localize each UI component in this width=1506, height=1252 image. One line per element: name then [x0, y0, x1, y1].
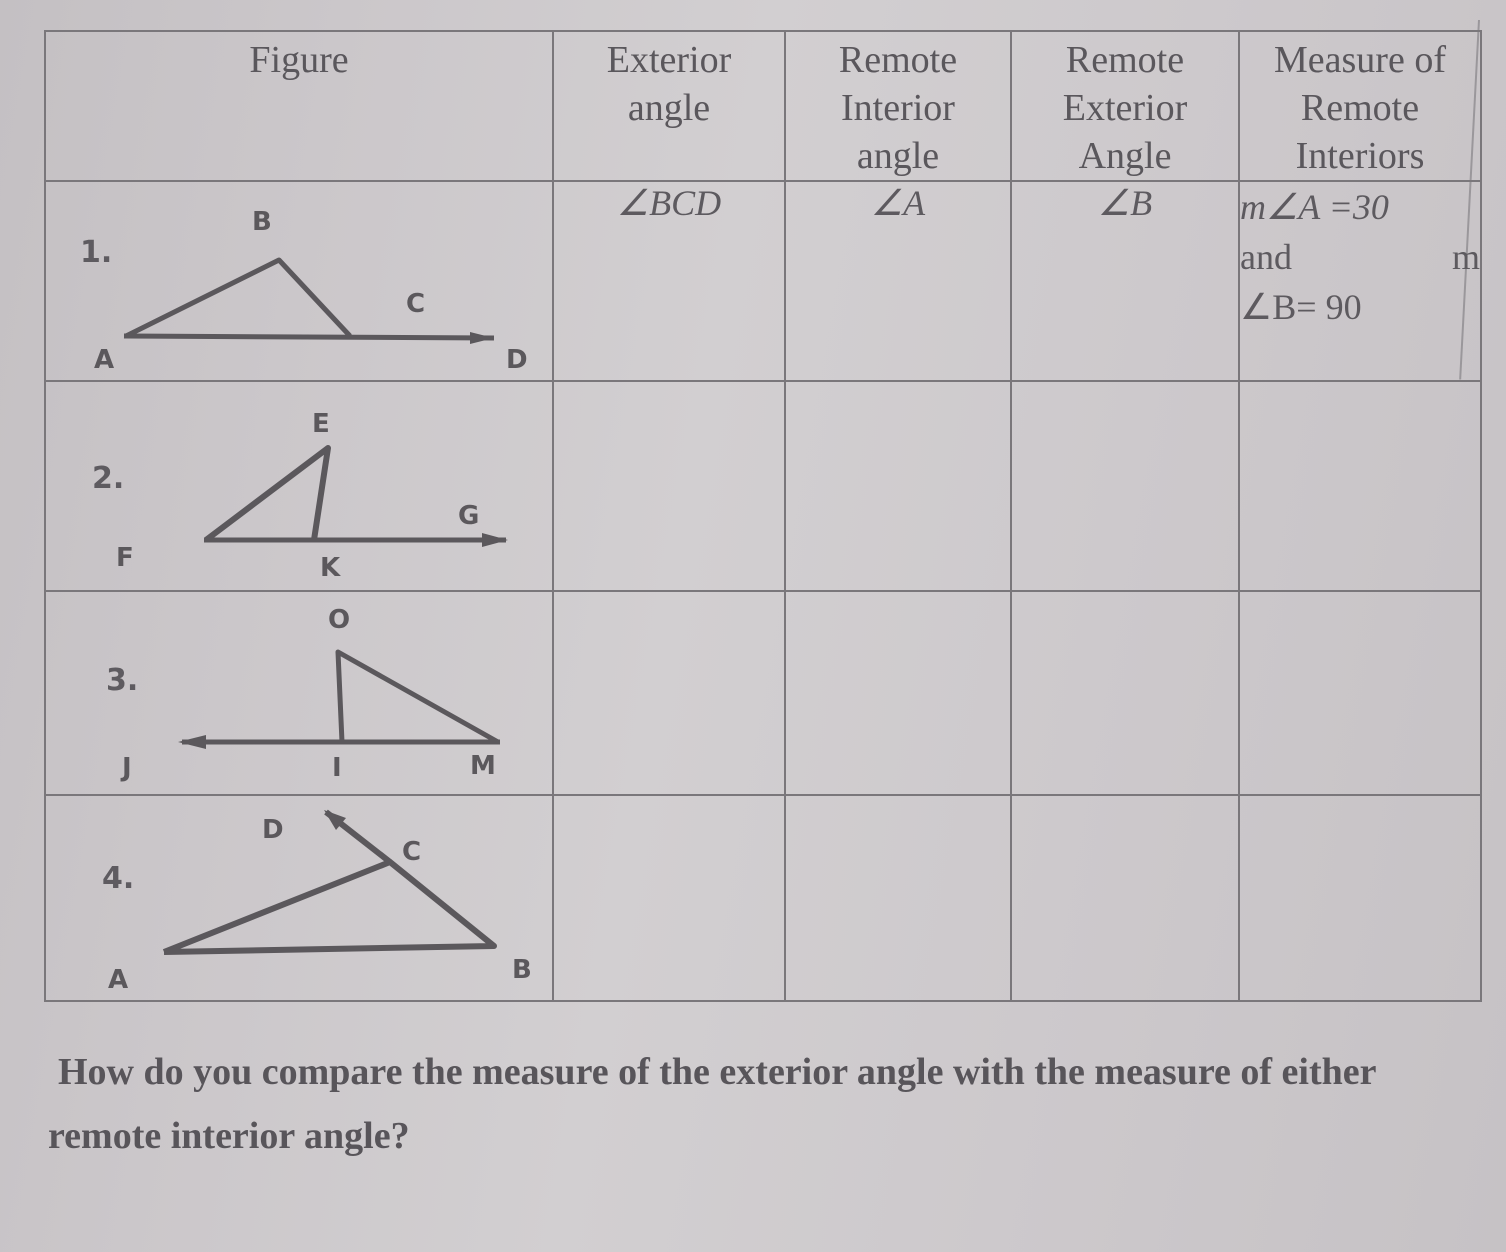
vertex-label-o: O	[328, 605, 350, 635]
triangle-sides	[204, 445, 331, 543]
remote-exterior-cell-2[interactable]	[1010, 380, 1240, 592]
triangle-sides	[162, 859, 497, 955]
measure-line-2: and m	[1240, 232, 1480, 282]
header-measure-text: Measure of Remote Interiors	[1274, 39, 1446, 177]
vertex-label-d: D	[506, 345, 528, 375]
measure-line-3: ∠B= 90	[1240, 287, 1362, 327]
ray-arrow-icon	[470, 332, 494, 344]
vertex-label-f: F	[116, 543, 134, 573]
header-exterior-angle: Exterior angle	[552, 30, 786, 182]
triangle-figure-1: 1. B C A D	[80, 207, 528, 375]
header-measure: Measure of Remote Interiors	[1238, 30, 1482, 182]
header-remote-interior: Remote Interior angle	[784, 30, 1012, 182]
figure-cell-1: 1. B C A D	[44, 180, 554, 382]
vertex-label-k: K	[320, 553, 341, 583]
exterior-angle-cell-3[interactable]	[552, 590, 786, 796]
figure-number: 2.	[92, 461, 124, 496]
header-figure: Figure	[44, 30, 554, 182]
measure-line-1: m∠A =30	[1240, 187, 1389, 227]
header-figure-text: Figure	[249, 39, 349, 81]
remote-interior-cell-1: ∠A	[784, 180, 1012, 382]
triangle-figure-4: 4. D C A B	[102, 809, 532, 995]
figure-number: 1.	[80, 235, 112, 270]
table-row: 1. B C A D ∠BCD ∠A ∠B m∠A =30 and m ∠B= …	[44, 180, 1482, 382]
triangle-sides	[335, 649, 500, 745]
exterior-angle-cell-1: ∠BCD	[552, 180, 786, 382]
remote-interior-cell-4[interactable]	[784, 794, 1012, 1002]
base-ray	[123, 333, 495, 341]
vertex-label-i: I	[332, 753, 342, 783]
vertex-label-b: B	[252, 207, 272, 237]
measure-cell-4[interactable]	[1238, 794, 1482, 1002]
vertex-label-m: M	[470, 751, 496, 781]
figure-cell-3: 3. O J I M	[44, 590, 554, 796]
vertex-label-a: A	[94, 345, 114, 375]
vertex-label-d: D	[262, 815, 284, 845]
triangle-figure-3: 3. O J I M	[106, 605, 500, 783]
vertex-label-c: C	[402, 837, 421, 867]
vertex-label-c: C	[406, 289, 425, 319]
vertex-label-a: A	[108, 965, 128, 995]
remote-exterior-cell-4[interactable]	[1010, 794, 1240, 1002]
vertex-label-e: E	[312, 409, 330, 439]
remote-exterior-cell-1: ∠B	[1010, 180, 1240, 382]
figure-cell-4: 4. D C A B	[44, 794, 554, 1002]
table-row: 4. D C A B	[44, 794, 1482, 1002]
triangle-sides	[124, 257, 352, 339]
figure-cell-2: 2. E F K G	[44, 380, 554, 592]
exterior-angle-table: Figure Exterior angle Remote Interior an…	[44, 30, 1482, 1002]
measure-cell-1: m∠A =30 and m ∠B= 90	[1238, 180, 1482, 382]
ray-arrow-icon	[178, 735, 206, 749]
vertex-label-g: G	[458, 501, 479, 531]
remote-interior-cell-2[interactable]	[784, 380, 1012, 592]
header-exterior-angle-text: Exterior angle	[606, 39, 732, 129]
triangle-figure-2: 2. E F K G	[92, 409, 508, 583]
figure-number: 3.	[106, 663, 138, 698]
table-row: 2. E F K G	[44, 380, 1482, 592]
measure-cell-3[interactable]	[1238, 590, 1482, 796]
exterior-angle-cell-2[interactable]	[552, 380, 786, 592]
remote-interior-cell-3[interactable]	[784, 590, 1012, 796]
question-text: How do you compare the measure of the ex…	[48, 1051, 1376, 1157]
measure-cell-2[interactable]	[1238, 380, 1482, 592]
vertex-label-j: J	[120, 753, 132, 783]
header-remote-interior-text: Remote Interior angle	[838, 39, 958, 177]
exterior-angle-cell-4[interactable]	[552, 794, 786, 1002]
measure-and: and	[1240, 237, 1292, 277]
remote-exterior-cell-3[interactable]	[1010, 590, 1240, 796]
header-remote-exterior: Remote Exterior Angle	[1010, 30, 1240, 182]
header-remote-exterior-text: Remote Exterior Angle	[1062, 39, 1188, 177]
ray-arrow-icon	[482, 533, 508, 547]
vertex-label-b: B	[512, 955, 532, 985]
table-row: 3. O J I M	[44, 590, 1482, 796]
figure-number: 4.	[102, 861, 134, 896]
header-row: Figure Exterior angle Remote Interior an…	[44, 30, 1482, 182]
measure-m: m	[1451, 237, 1480, 277]
